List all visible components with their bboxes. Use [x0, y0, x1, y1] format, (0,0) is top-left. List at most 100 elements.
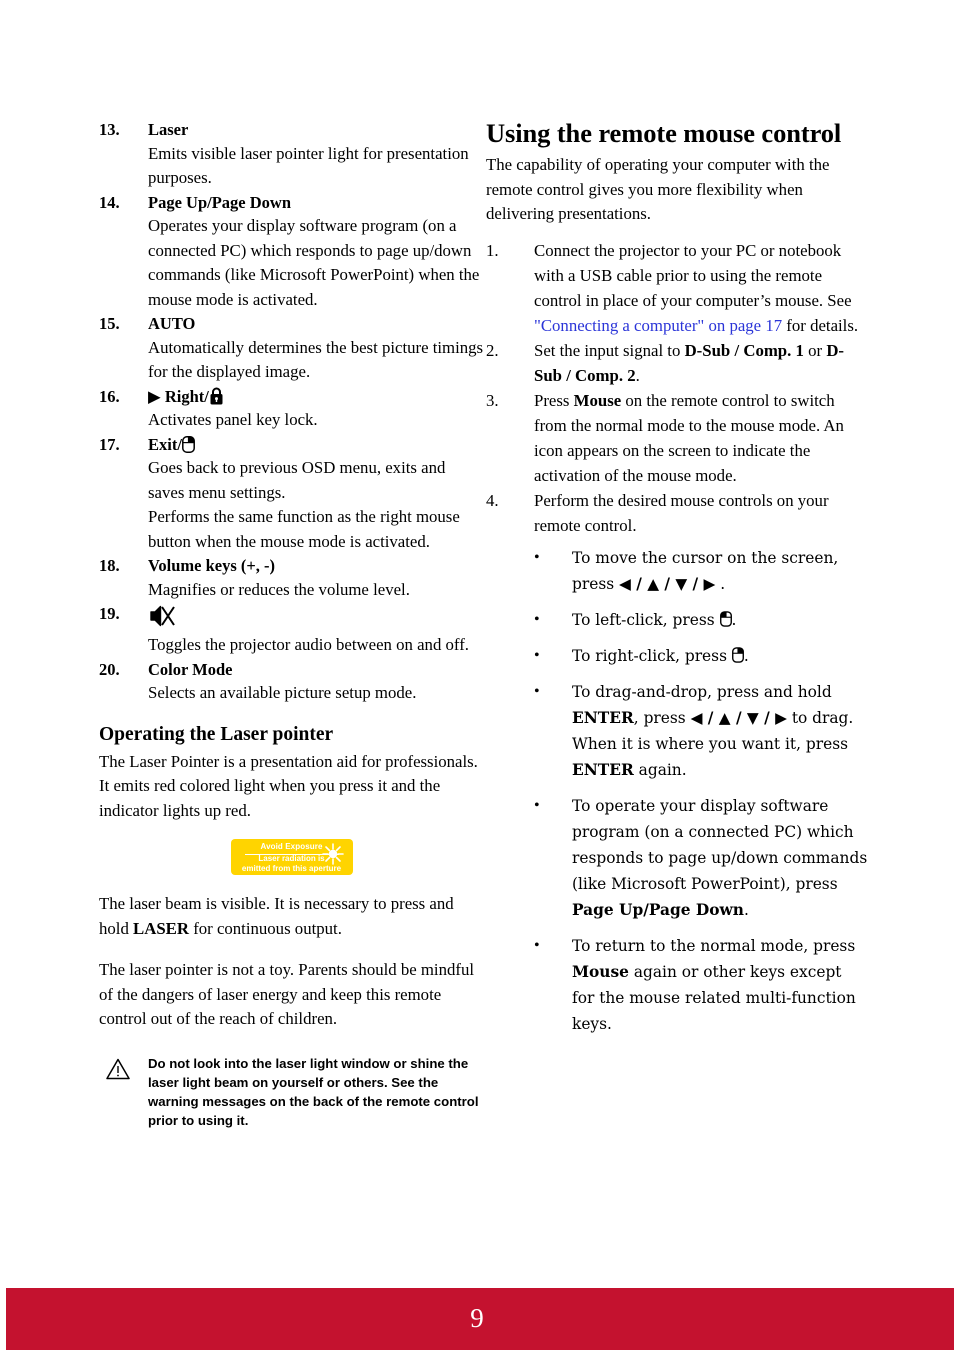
bullet-text-pre: To drag-and-drop, press and hold [572, 682, 832, 701]
bullet-text-post: . [743, 900, 749, 919]
right-column: Using the remote mouse control The capab… [486, 118, 868, 1047]
step-item: 3. Press Mouse on the remote control to … [486, 388, 868, 488]
bullet-text-post: . [743, 646, 749, 665]
bullet-text: To left-click, press . [572, 607, 868, 633]
list-item: • To operate your display software progr… [534, 793, 868, 923]
list-item: 15. AUTO Automatically determines the be… [99, 312, 484, 385]
item-description: Emits visible laser pointer light for pr… [148, 143, 469, 188]
list-item: 13. Laser Emits visible laser pointer li… [99, 118, 484, 191]
caution-note: Do not look into the laser light window … [99, 1054, 484, 1130]
bullet-text: To operate your display software program… [572, 793, 868, 923]
bullet-marker: • [534, 682, 540, 700]
step-item: 1. Connect the projector to your PC or n… [486, 238, 868, 338]
laser-visible-paragraph: The laser beam is visible. It is necessa… [99, 892, 484, 941]
connecting-a-computer-link[interactable]: "Connecting a computer" on page 17 [534, 316, 782, 335]
bullet-text-post: . [715, 574, 726, 593]
laser-pointer-section: Operating the Laser pointer The Laser Po… [99, 723, 484, 1130]
item-title [148, 602, 484, 633]
item-title-text: ▶ Right/ [148, 386, 209, 406]
step-item: 4. Perform the desired mouse controls on… [486, 488, 868, 538]
laser-intro-paragraph: The Laser Pointer is a presentation aid … [99, 751, 478, 820]
list-item: 17. Exit/ Goes back to previous OSD menu… [99, 433, 484, 555]
step-item: 2. Set the input signal to D-Sub / Comp.… [486, 338, 868, 388]
list-item: • To left-click, press . [534, 607, 868, 633]
caution-note-text: Do not look into the laser light window … [148, 1055, 479, 1128]
step-number: 3. [486, 390, 499, 410]
laser-burst-icon [321, 843, 344, 865]
list-item: • To right-click, press . [534, 643, 868, 669]
list-item: 18. Volume keys (+, -) Magnifies or redu… [99, 554, 484, 602]
bullet-text-post: . [731, 610, 737, 629]
page-up-down-key-label: Page Up/Page Down [572, 900, 744, 919]
item-number: 13. [99, 120, 120, 139]
bullet-text-pre: To left-click, press [572, 610, 720, 629]
item-number: 15. [99, 314, 120, 333]
bullet-text-pre: To return to the normal mode, press [572, 936, 856, 955]
step-text-pre: Connect the projector to your PC or note… [534, 240, 852, 310]
list-item: 19. Toggles the projector audio between … [99, 602, 484, 658]
bullet-text-pre: To operate your display software program… [572, 796, 868, 893]
page-canvas: 13. Laser Emits visible laser pointer li… [0, 0, 954, 1350]
mouse-right-click-icon [731, 645, 744, 663]
mouse-left-click-icon [719, 609, 732, 627]
step-text-mid: or [803, 340, 827, 360]
list-item: 20. Color Mode Selects an available pict… [99, 658, 484, 706]
laser-label-bottom-line2: emitted from this aperture [241, 864, 342, 873]
step-text: Perform the desired mouse controls on yo… [534, 490, 829, 535]
item-description: Performs the same function as the right … [148, 507, 460, 551]
item-title: AUTO [148, 314, 196, 333]
right-intro-paragraph: The capability of operating your compute… [486, 155, 830, 223]
item-title: Volume keys (+, -) [148, 556, 276, 575]
list-item: • To move the cursor on the screen, pres… [534, 545, 868, 597]
laser-toy-paragraph: The laser pointer is not a toy. Parents … [99, 960, 475, 1028]
step-text-post: for details. [782, 315, 859, 335]
item-description: Toggles the projector audio between on a… [148, 635, 469, 654]
item-number: 17. [99, 434, 120, 454]
step-number: 1. [486, 240, 499, 260]
laser-aperture-label: Avoid Exposure Laser radiation is emitte… [230, 839, 353, 875]
bullet-text: To move the cursor on the screen, press … [572, 545, 868, 597]
laser-key-label: LASER [133, 918, 189, 938]
mouse-key-label: Mouse [572, 962, 629, 981]
item-number: 19. [99, 604, 120, 623]
bullet-text: To right-click, press . [572, 643, 868, 669]
step-text-pre: Set the input signal to [534, 340, 685, 360]
step-text-pre: Press [534, 390, 574, 410]
bullet-text-mid: , press [633, 708, 691, 727]
bullet-text: To drag-and-drop, press and hold ENTER , … [572, 679, 868, 783]
item-title: Exit/ [148, 433, 484, 457]
item-title-text: Exit/ [148, 434, 182, 454]
mouse-right-click-icon [181, 435, 195, 453]
mouse-key-label: Mouse [573, 390, 622, 410]
bullet-marker: • [534, 796, 540, 814]
item-description: Magnifies or reduces the volume level. [148, 579, 410, 599]
bullet-marker: • [534, 936, 540, 954]
warning-triangle-icon [105, 1057, 131, 1081]
step-text-post: . [635, 365, 640, 385]
left-column: 13. Laser Emits visible laser pointer li… [99, 118, 484, 1130]
laser-warning-label-wrap: Avoid Exposure Laser radiation is emitte… [99, 839, 484, 875]
list-item: 14. Page Up/Page Down Operates your disp… [99, 191, 484, 313]
item-title: Color Mode [148, 659, 233, 679]
bullet-text: To return to the normal mode, press Mous… [572, 933, 868, 1037]
bullet-marker: • [534, 548, 540, 566]
bullet-marker: • [534, 610, 540, 628]
direction-arrows-icon: ◀ / ▲ / ▼ / ▶ [619, 574, 716, 593]
item-number: 18. [99, 556, 120, 575]
step-text: Connect the projector to your PC or note… [534, 238, 868, 338]
item-description: Operates your display software program (… [148, 216, 480, 309]
item-number: 16. [99, 386, 120, 406]
item-title: Laser [148, 120, 189, 139]
item-description: Activates panel key lock. [148, 410, 318, 429]
steps-list: 1. Connect the projector to your PC or n… [486, 238, 868, 538]
list-item: 16. ▶ Right/ Activates panel key lock. [99, 385, 484, 433]
step-text: Set the input signal to D-Sub / Comp. 1 … [534, 338, 868, 388]
item-description: Automatically determines the best pictur… [148, 337, 484, 382]
item-description: Selects an available picture setup mode. [148, 683, 417, 702]
lock-icon [209, 387, 224, 405]
step-text: Press Mouse on the remote control to swi… [534, 388, 868, 488]
item-number: 20. [99, 659, 120, 679]
speaker-mute-icon [148, 603, 178, 629]
enter-key-label: ENTER [572, 760, 634, 779]
laser-visible-post: for continuous output. [189, 918, 342, 938]
